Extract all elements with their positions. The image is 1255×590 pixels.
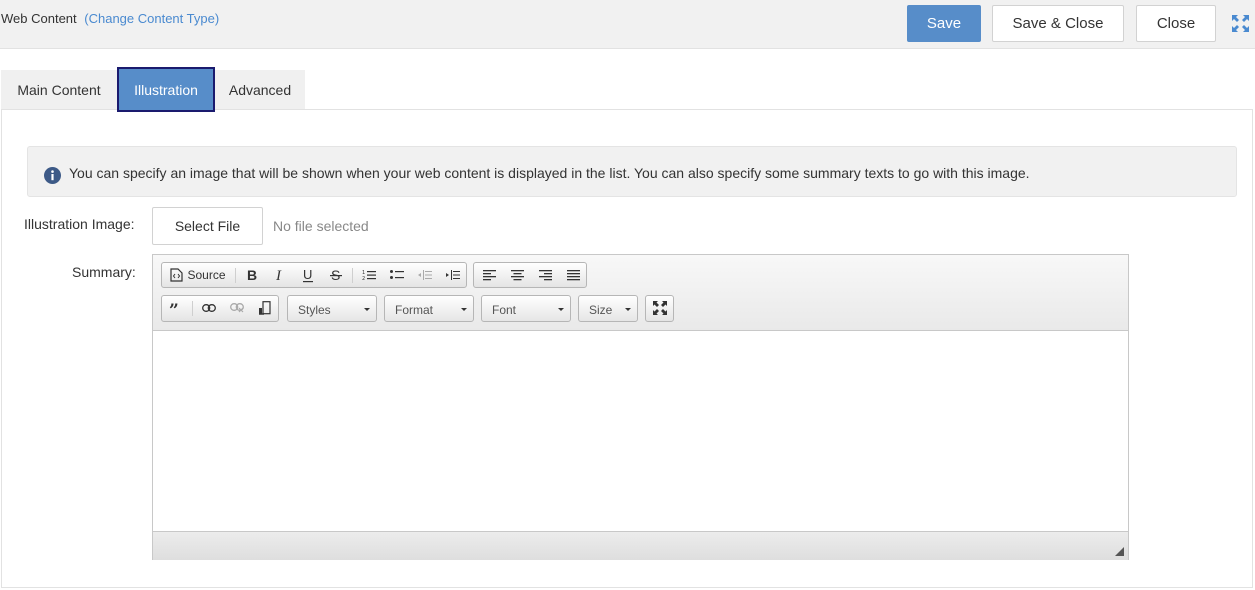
editor-toolbar: Source B I U S 12 <box>153 255 1128 331</box>
italic-icon: I <box>275 268 282 282</box>
link-icon <box>202 304 216 312</box>
chevron-down-icon <box>625 308 631 311</box>
numbered-list-icon: 12 <box>362 270 376 281</box>
tab-illustration[interactable]: Illustration <box>117 67 215 112</box>
resize-handle-icon[interactable] <box>1115 547 1124 556</box>
header-bar: Web Content (Change Content Type) Save S… <box>0 0 1255 49</box>
align-left-icon <box>482 269 496 280</box>
editor-content-area[interactable] <box>153 331 1128 531</box>
link-button[interactable] <box>198 298 220 318</box>
justify-icon <box>566 269 580 280</box>
maximize-icon[interactable] <box>1231 14 1250 33</box>
info-message: You can specify an image that will be sh… <box>27 146 1237 197</box>
align-left-button[interactable] <box>478 265 500 285</box>
unlink-button[interactable] <box>226 298 248 318</box>
svg-text:2: 2 <box>362 276 365 281</box>
chevron-down-icon <box>364 308 370 311</box>
svg-text:I: I <box>275 268 282 282</box>
outdent-icon <box>418 270 432 280</box>
strikethrough-button[interactable]: S <box>326 265 346 285</box>
size-dropdown-value: Size <box>589 303 613 317</box>
strikethrough-icon: S <box>330 268 342 282</box>
justify-button[interactable] <box>562 265 584 285</box>
save-button[interactable]: Save <box>907 5 981 42</box>
bulleted-list-button[interactable] <box>386 265 408 285</box>
styles-dropdown-value: Styles <box>298 303 331 317</box>
align-center-button[interactable] <box>506 265 528 285</box>
editor-maximize-button[interactable] <box>645 295 674 322</box>
numbered-list-button[interactable]: 12 <box>358 265 380 285</box>
summary-label: Summary: <box>72 264 136 280</box>
chevron-down-icon <box>558 308 564 311</box>
info-text: You can specify an image that will be sh… <box>69 165 1030 181</box>
anchor-button[interactable] <box>254 298 276 318</box>
tab-advanced[interactable]: Advanced <box>215 70 305 109</box>
source-icon <box>170 268 184 282</box>
save-and-close-button[interactable]: Save & Close <box>992 5 1124 42</box>
source-button[interactable]: Source <box>168 265 228 285</box>
blockquote-button[interactable]: ” <box>165 298 187 318</box>
toolbar-group-align <box>473 262 587 288</box>
bulleted-list-icon <box>390 270 404 279</box>
editor-maximize-icon-wrap <box>649 298 670 318</box>
svg-text:”: ” <box>169 303 179 313</box>
size-dropdown[interactable]: Size <box>578 295 638 322</box>
align-right-icon <box>538 269 552 280</box>
tab-main-content[interactable]: Main Content <box>1 70 117 109</box>
svg-text:U: U <box>303 268 312 282</box>
italic-button[interactable]: I <box>270 265 290 285</box>
unlink-icon <box>230 303 244 313</box>
indent-icon <box>446 270 460 280</box>
underline-button[interactable]: U <box>298 265 318 285</box>
source-label: Source <box>187 268 226 282</box>
align-center-icon <box>510 269 524 280</box>
info-icon <box>44 167 61 184</box>
anchor-icon <box>259 301 271 315</box>
format-dropdown-value: Format <box>395 303 434 317</box>
page-title: Web Content <box>1 11 77 26</box>
chevron-down-icon <box>461 308 467 311</box>
rich-text-editor: Source B I U S 12 <box>152 254 1129 560</box>
font-dropdown-value: Font <box>492 303 517 317</box>
styles-dropdown[interactable]: Styles <box>287 295 377 322</box>
svg-text:B: B <box>247 268 257 282</box>
toolbar-group-basic: Source B I U S 12 <box>161 262 467 288</box>
font-dropdown[interactable]: Font <box>481 295 571 322</box>
increase-indent-button[interactable] <box>442 265 464 285</box>
editor-status-bar <box>153 531 1128 560</box>
bold-button[interactable]: B <box>242 265 262 285</box>
maximize-icon <box>652 301 667 315</box>
align-right-button[interactable] <box>534 265 556 285</box>
quote-icon: ” <box>169 303 179 313</box>
page-title-area: Web Content (Change Content Type) <box>1 11 219 26</box>
close-button[interactable]: Close <box>1136 5 1216 42</box>
change-content-type-link[interactable]: (Change Content Type) <box>84 11 219 26</box>
illustration-image-label: Illustration Image: <box>24 216 135 232</box>
file-status-text: No file selected <box>273 218 369 234</box>
tab-illustration-label: Illustration <box>134 81 198 98</box>
decrease-indent-button[interactable] <box>414 265 436 285</box>
toolbar-group-insert: ” <box>161 295 279 322</box>
bold-icon: B <box>247 268 257 282</box>
underline-icon: U <box>303 268 313 282</box>
format-dropdown[interactable]: Format <box>384 295 474 322</box>
select-file-button[interactable]: Select File <box>152 207 263 245</box>
